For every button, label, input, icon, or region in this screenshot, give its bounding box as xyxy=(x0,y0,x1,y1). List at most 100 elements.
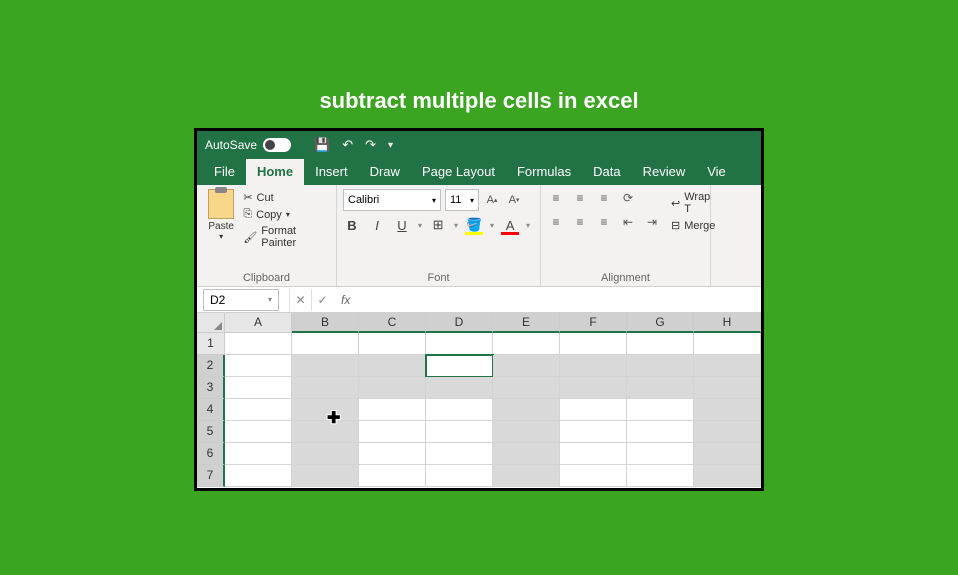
tab-page-layout[interactable]: Page Layout xyxy=(411,159,506,185)
column-header-C[interactable]: C xyxy=(359,313,426,333)
cell-C4[interactable] xyxy=(359,399,426,421)
row-header-6[interactable]: 6 xyxy=(197,443,225,465)
cell-C5[interactable] xyxy=(359,421,426,443)
font-color-button[interactable]: A xyxy=(501,218,519,233)
cell-B7[interactable] xyxy=(292,465,359,487)
cell-B5[interactable] xyxy=(292,421,359,443)
format-painter-button[interactable]: 🖌 Format Painter xyxy=(243,223,330,251)
cell-G5[interactable] xyxy=(627,421,694,443)
align-right-button[interactable]: ≡ xyxy=(595,213,613,231)
fx-button[interactable]: fx xyxy=(333,293,358,307)
cell-F6[interactable] xyxy=(560,443,627,465)
align-top-button[interactable]: ≡ xyxy=(547,189,565,207)
cell-A6[interactable] xyxy=(225,443,292,465)
cell-E2[interactable] xyxy=(493,355,560,377)
cell-A7[interactable] xyxy=(225,465,292,487)
cell-C3[interactable] xyxy=(359,377,426,399)
cell-H1[interactable] xyxy=(694,333,761,355)
cell-F4[interactable] xyxy=(560,399,627,421)
cell-E3[interactable] xyxy=(493,377,560,399)
copy-button[interactable]: ⎘ Copy ▾ xyxy=(243,206,330,223)
increase-font-button[interactable]: A▴ xyxy=(483,189,501,211)
row-header-2[interactable]: 2 xyxy=(197,355,225,377)
cell-F7[interactable] xyxy=(560,465,627,487)
cell-G3[interactable] xyxy=(627,377,694,399)
italic-button[interactable]: I xyxy=(368,218,386,233)
merge-button[interactable]: ⊟ Merge xyxy=(671,217,715,234)
cell-A3[interactable] xyxy=(225,377,292,399)
cell-G1[interactable] xyxy=(627,333,694,355)
cell-A1[interactable] xyxy=(225,333,292,355)
tab-formulas[interactable]: Formulas xyxy=(506,159,582,185)
wrap-text-button[interactable]: ↩ Wrap T xyxy=(671,189,715,217)
underline-button[interactable]: U xyxy=(393,218,411,233)
cancel-formula-button[interactable]: ✕ xyxy=(289,289,311,311)
cell-F1[interactable] xyxy=(560,333,627,355)
autosave-toggle[interactable] xyxy=(263,138,291,152)
column-header-A[interactable]: A xyxy=(225,313,292,333)
font-size-select[interactable]: 11 ▾ xyxy=(445,189,479,211)
cell-D5[interactable] xyxy=(426,421,493,443)
cell-E4[interactable] xyxy=(493,399,560,421)
formula-input[interactable] xyxy=(358,289,761,311)
column-header-F[interactable]: F xyxy=(560,313,627,333)
tab-view[interactable]: Vie xyxy=(696,159,737,185)
cell-A2[interactable] xyxy=(225,355,292,377)
cell-G7[interactable] xyxy=(627,465,694,487)
cell-B1[interactable] xyxy=(292,333,359,355)
row-header-3[interactable]: 3 xyxy=(197,377,225,399)
cell-C1[interactable] xyxy=(359,333,426,355)
cell-D6[interactable] xyxy=(426,443,493,465)
font-name-select[interactable]: Calibri ▾ xyxy=(343,189,441,211)
cut-button[interactable]: ✂ Cut xyxy=(243,189,330,206)
cell-E1[interactable] xyxy=(493,333,560,355)
cell-E5[interactable] xyxy=(493,421,560,443)
cell-H2[interactable] xyxy=(694,355,761,377)
align-middle-button[interactable]: ≡ xyxy=(571,189,589,207)
cell-H4[interactable] xyxy=(694,399,761,421)
decrease-indent-button[interactable]: ⇤ xyxy=(619,213,637,231)
cell-D2[interactable] xyxy=(426,355,493,377)
cell-G6[interactable] xyxy=(627,443,694,465)
column-header-D[interactable]: D xyxy=(426,313,493,333)
cell-F3[interactable] xyxy=(560,377,627,399)
select-all-corner[interactable] xyxy=(197,313,225,333)
column-header-B[interactable]: B xyxy=(292,313,359,333)
cell-B2[interactable] xyxy=(292,355,359,377)
save-icon[interactable]: 💾 xyxy=(311,137,333,153)
tab-draw[interactable]: Draw xyxy=(359,159,411,185)
cell-C2[interactable] xyxy=(359,355,426,377)
align-left-button[interactable]: ≡ xyxy=(547,213,565,231)
cell-C7[interactable] xyxy=(359,465,426,487)
enter-formula-button[interactable]: ✓ xyxy=(311,289,333,311)
undo-icon[interactable]: ↶ xyxy=(339,137,356,153)
cell-F5[interactable] xyxy=(560,421,627,443)
cell-D4[interactable] xyxy=(426,399,493,421)
cell-F2[interactable] xyxy=(560,355,627,377)
redo-icon[interactable]: ↷ xyxy=(362,137,379,153)
cell-A5[interactable] xyxy=(225,421,292,443)
cell-G4[interactable] xyxy=(627,399,694,421)
cell-G2[interactable] xyxy=(627,355,694,377)
cell-D3[interactable] xyxy=(426,377,493,399)
column-header-E[interactable]: E xyxy=(493,313,560,333)
row-header-7[interactable]: 7 xyxy=(197,465,225,487)
fill-color-button[interactable]: 🪣 xyxy=(465,217,483,233)
cell-H6[interactable] xyxy=(694,443,761,465)
increase-indent-button[interactable]: ⇥ xyxy=(643,213,661,231)
tab-insert[interactable]: Insert xyxy=(304,159,359,185)
orientation-button[interactable]: ⟳ xyxy=(619,189,637,207)
borders-button[interactable]: ⊞ xyxy=(429,217,447,233)
cell-B4[interactable] xyxy=(292,399,359,421)
column-header-H[interactable]: H xyxy=(694,313,761,333)
cell-E7[interactable] xyxy=(493,465,560,487)
tab-data[interactable]: Data xyxy=(582,159,631,185)
cell-H7[interactable] xyxy=(694,465,761,487)
cell-A4[interactable] xyxy=(225,399,292,421)
row-header-5[interactable]: 5 xyxy=(197,421,225,443)
cell-E6[interactable] xyxy=(493,443,560,465)
cell-D7[interactable] xyxy=(426,465,493,487)
tab-home[interactable]: Home xyxy=(246,159,304,185)
cell-D1[interactable] xyxy=(426,333,493,355)
cell-H5[interactable] xyxy=(694,421,761,443)
